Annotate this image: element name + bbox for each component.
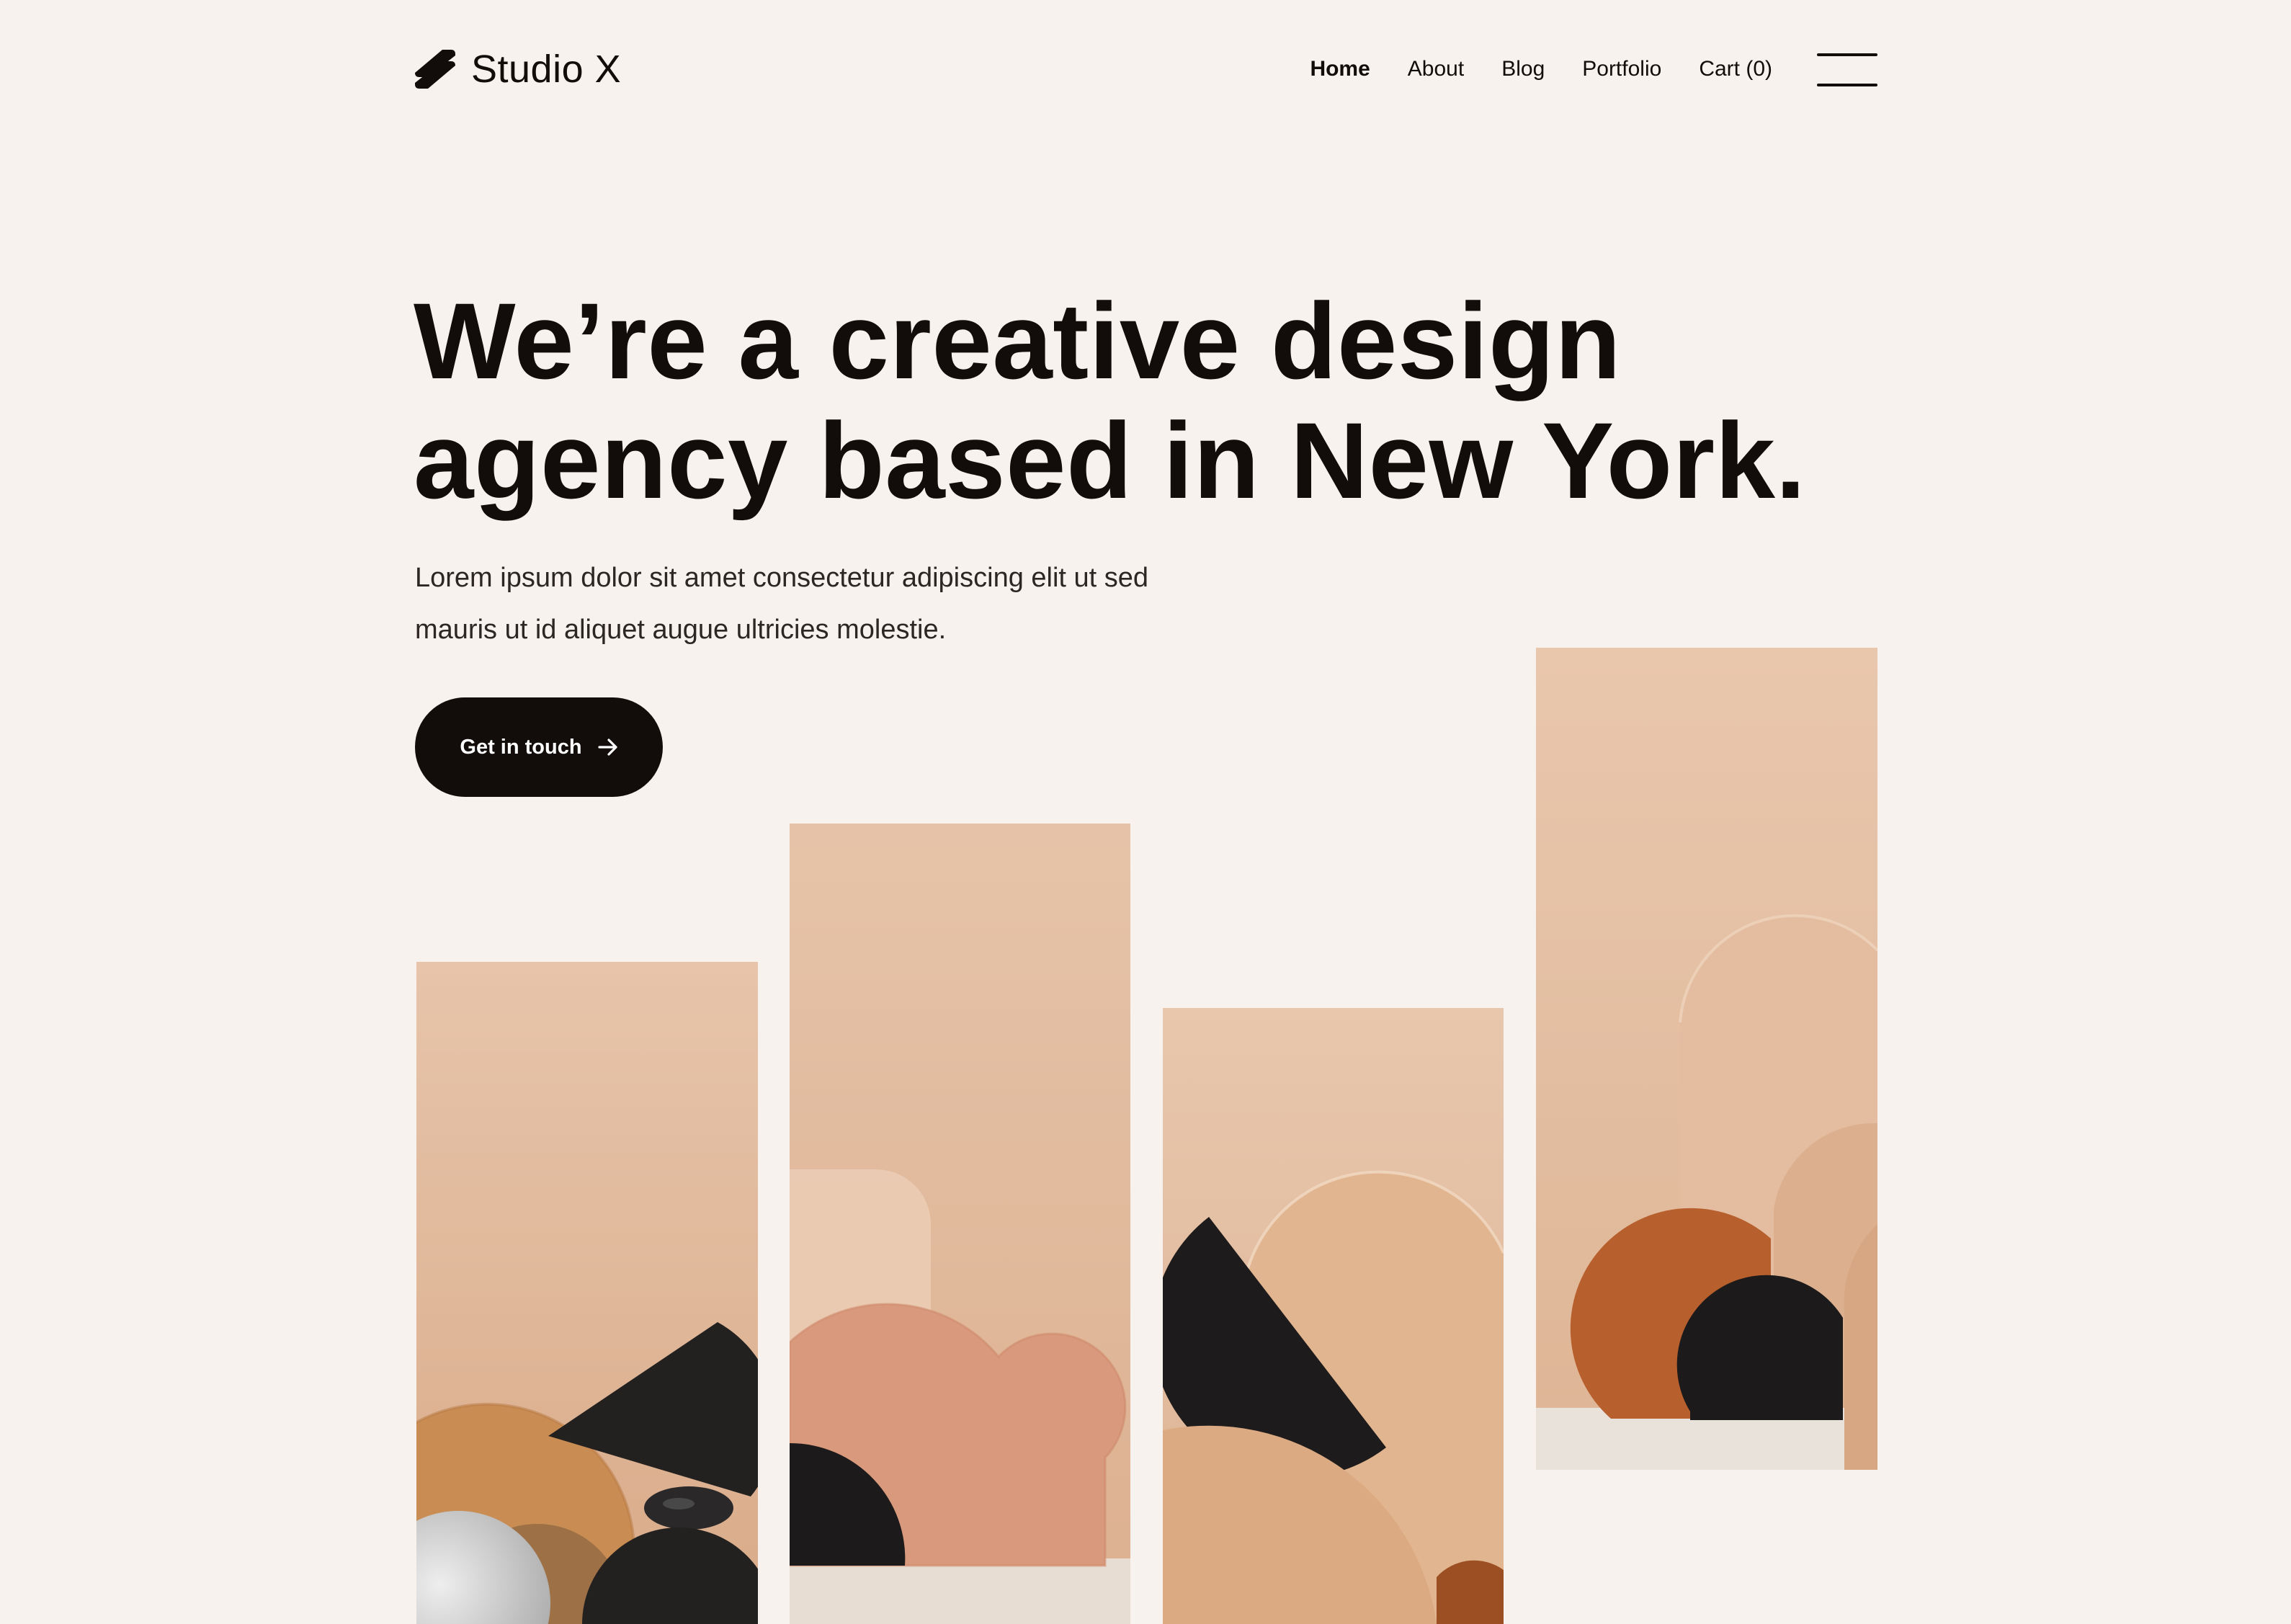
main-nav: Home About Blog Portfolio Cart (0) <box>1310 46 1772 92</box>
hero-description: Lorem ipsum dolor sit amet consectetur a… <box>415 552 1251 656</box>
hero-description-line-2: mauris ut id aliquet augue ultricies mol… <box>415 615 947 645</box>
nav-blog[interactable]: Blog <box>1501 57 1545 81</box>
nav-home[interactable]: Home <box>1310 57 1370 81</box>
gallery-image-2 <box>790 824 1130 1624</box>
arrow-right-icon <box>597 739 617 756</box>
gallery-image-4 <box>1536 648 1877 1470</box>
hamburger-line-bottom <box>1817 84 1877 86</box>
nav-cart[interactable]: Cart (0) <box>1699 57 1772 81</box>
hero-description-line-1: Lorem ipsum dolor sit amet consectetur a… <box>415 563 1149 593</box>
hamburger-icon[interactable] <box>1817 53 1877 86</box>
get-in-touch-button[interactable]: Get in touch <box>415 697 663 797</box>
logo-mark-icon <box>415 50 455 89</box>
nav-portfolio[interactable]: Portfolio <box>1582 57 1661 81</box>
hero-title-line-1: We’re a creative design <box>414 280 1622 401</box>
site-header: Studio X Home About Blog Portfolio Cart … <box>415 46 1877 92</box>
hero-title-line-2: agency based in New York. <box>414 400 1806 521</box>
hero-title: We’re a creative design agency based in … <box>414 281 1854 520</box>
hamburger-line-top <box>1817 53 1877 56</box>
gallery-image-3 <box>1163 1008 1504 1624</box>
nav-about[interactable]: About <box>1408 57 1464 81</box>
cta-label: Get in touch <box>460 735 582 759</box>
brand-name: Studio X <box>471 48 622 91</box>
gallery-image-1 <box>416 962 758 1624</box>
brand-logo[interactable]: Studio X <box>415 46 621 92</box>
